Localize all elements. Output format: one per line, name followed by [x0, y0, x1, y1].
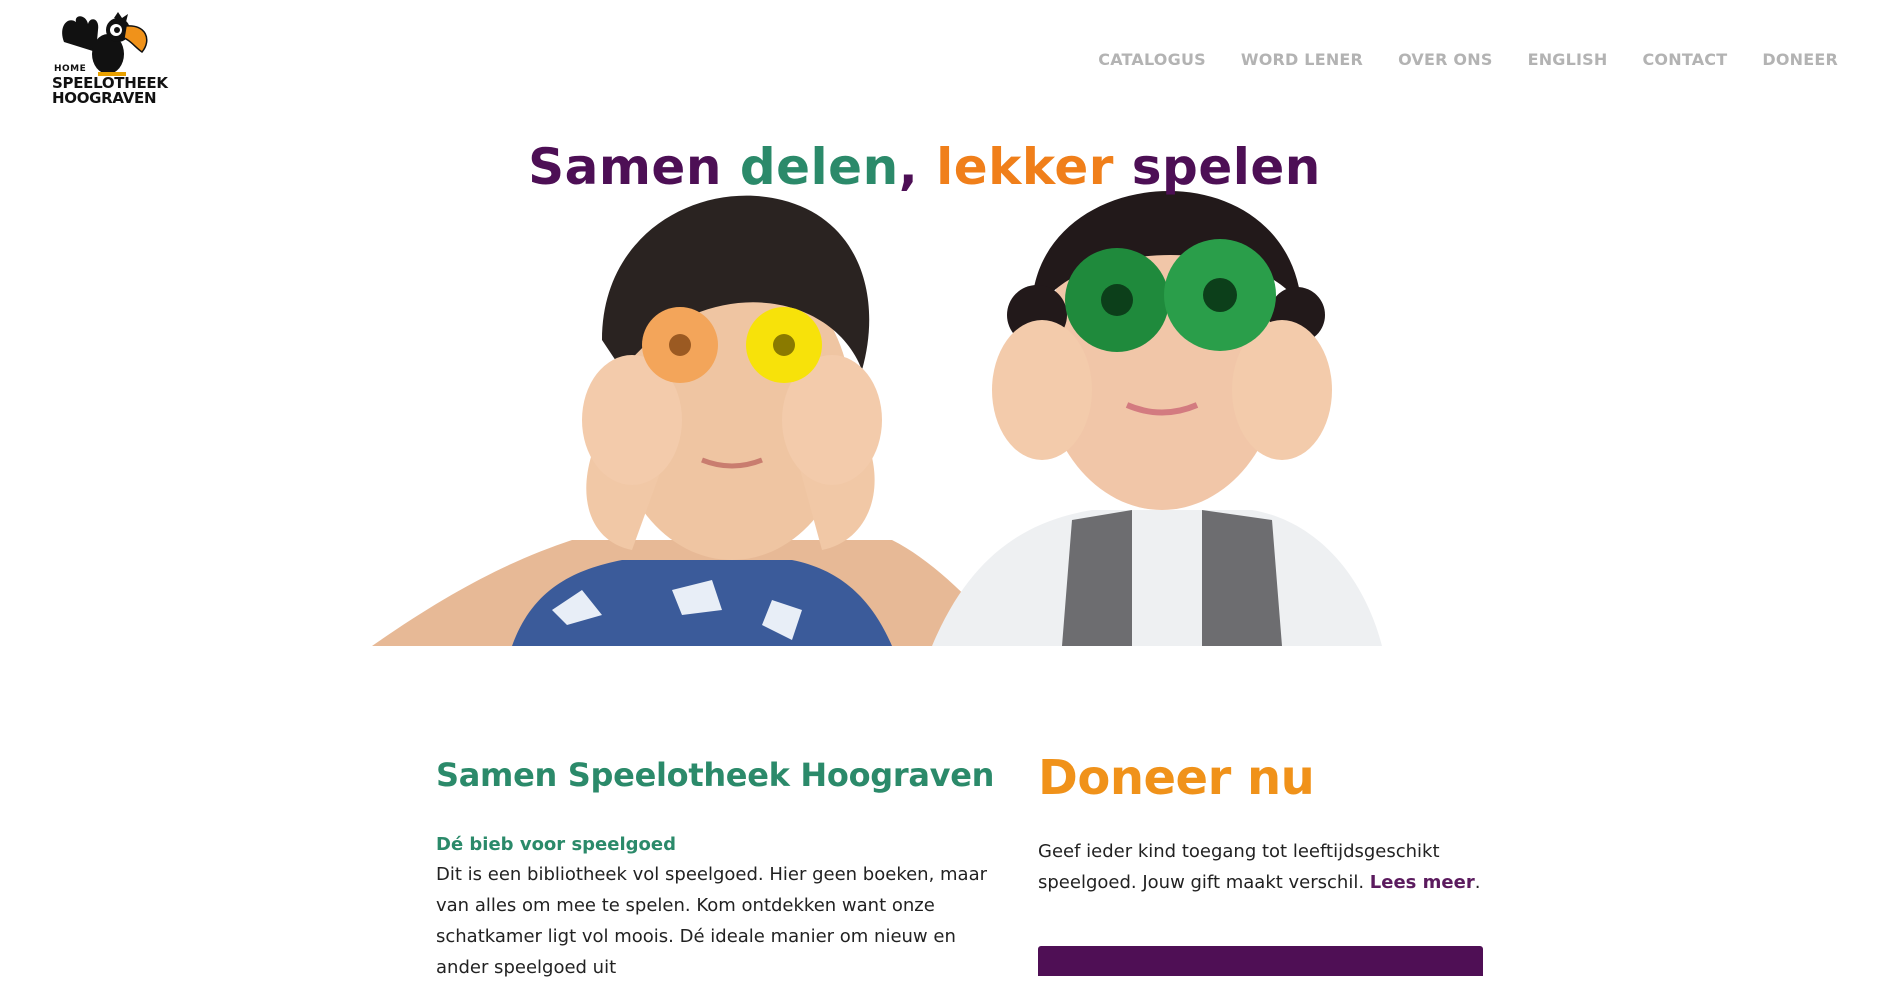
hero-children-photo [372, 190, 1382, 646]
intro-subtitle: Dé bieb voor speelgoed [436, 834, 676, 855]
nav-contact[interactable]: CONTACT [1642, 50, 1727, 69]
lees-meer-link[interactable]: Lees meer [1370, 872, 1475, 893]
donate-text-suffix: . [1474, 872, 1481, 893]
intro-title: Samen Speelotheek Hoograven [436, 756, 995, 794]
hero-title-part: , [898, 138, 937, 196]
hero-title: Samen delen, lekker spelen [372, 138, 1477, 196]
donate-section: Doneer nu Geef ieder kind toegang tot le… [1038, 750, 1483, 976]
hero-title-part: delen [739, 138, 899, 196]
hero-banner: Samen delen, lekker spelen [372, 120, 1477, 646]
home-logo-link[interactable]: HOME SPEELOTHEEK HOOGRAVEN [52, 12, 168, 108]
main-navigation: CATALOGUS WORD LENER OVER ONS ENGLISH CO… [1063, 50, 1838, 69]
hero-title-part: spelen [1131, 138, 1321, 196]
nav-over-ons[interactable]: OVER ONS [1398, 50, 1493, 69]
donate-title: Doneer nu [1038, 750, 1315, 806]
hero-title-part: Samen [528, 138, 740, 196]
donate-text: Geef ieder kind toegang tot leeftijdsges… [1038, 836, 1483, 898]
nav-catalogus[interactable]: CATALOGUS [1098, 50, 1206, 69]
boy-figure [372, 195, 1012, 646]
girl-figure [932, 190, 1382, 646]
intro-text: Dit is een bibliotheek vol speelgoed. Hi… [436, 864, 988, 978]
intro-section: Samen Speelotheek Hoograven Dé bieb voor… [436, 756, 1006, 983]
logo-home-label: HOME [54, 64, 87, 74]
nav-english[interactable]: ENGLISH [1528, 50, 1608, 69]
hero-title-part: lekker [936, 138, 1132, 196]
logo-name-line2: HOOGRAVEN [52, 89, 157, 107]
nav-doneer[interactable]: DONEER [1762, 50, 1838, 69]
nav-word-lener[interactable]: WORD LENER [1241, 50, 1363, 69]
